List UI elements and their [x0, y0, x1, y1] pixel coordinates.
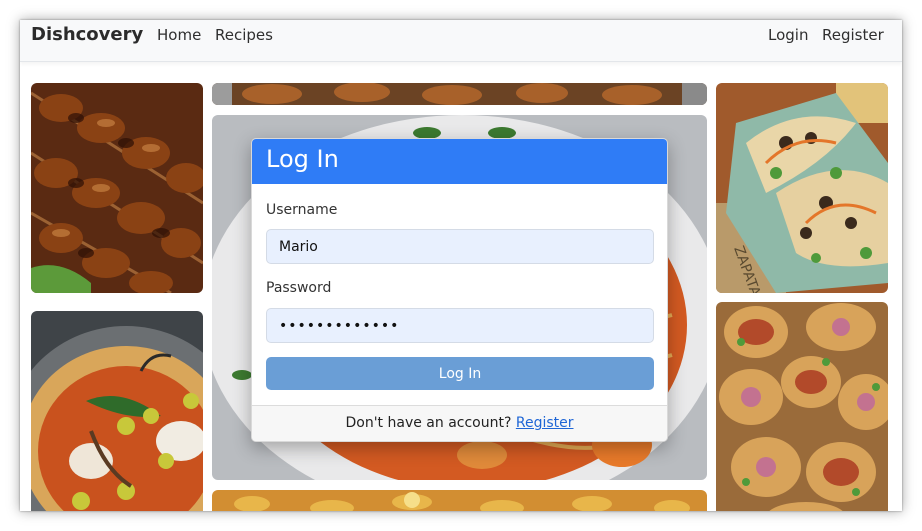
- navbar: Dishcovery Home Recipes Login Register: [20, 20, 902, 62]
- register-link[interactable]: Register: [516, 415, 574, 431]
- browser-frame: Dishcovery Home Recipes Login Register Z…: [20, 20, 902, 511]
- username-label: Username: [266, 202, 338, 218]
- photo-bottom-strip: [212, 490, 707, 511]
- nav-login-link[interactable]: Login: [768, 26, 808, 44]
- nav-recipes-link[interactable]: Recipes: [215, 26, 273, 44]
- password-input[interactable]: [266, 308, 654, 343]
- photo-pizza: [31, 311, 203, 511]
- username-input[interactable]: [266, 229, 654, 264]
- signup-prompt-text: Don't have an account?: [345, 415, 512, 431]
- photo-tacos: ZAPATA: [716, 83, 888, 293]
- photo-pani-puri: [716, 302, 888, 511]
- login-card: Log In Username Password Log In Don't ha…: [251, 138, 668, 442]
- login-card-footer: Don't have an account? Register: [252, 405, 667, 441]
- photo-grilled-skewers: [31, 83, 203, 293]
- login-title: Log In: [266, 145, 339, 173]
- brand-logo[interactable]: Dishcovery: [31, 24, 143, 45]
- login-card-header: Log In: [252, 139, 667, 184]
- login-submit-button[interactable]: Log In: [266, 357, 654, 390]
- nav-home-link[interactable]: Home: [157, 26, 201, 44]
- photo-top-strip: [212, 83, 707, 105]
- password-label: Password: [266, 280, 332, 296]
- nav-register-link[interactable]: Register: [822, 26, 884, 44]
